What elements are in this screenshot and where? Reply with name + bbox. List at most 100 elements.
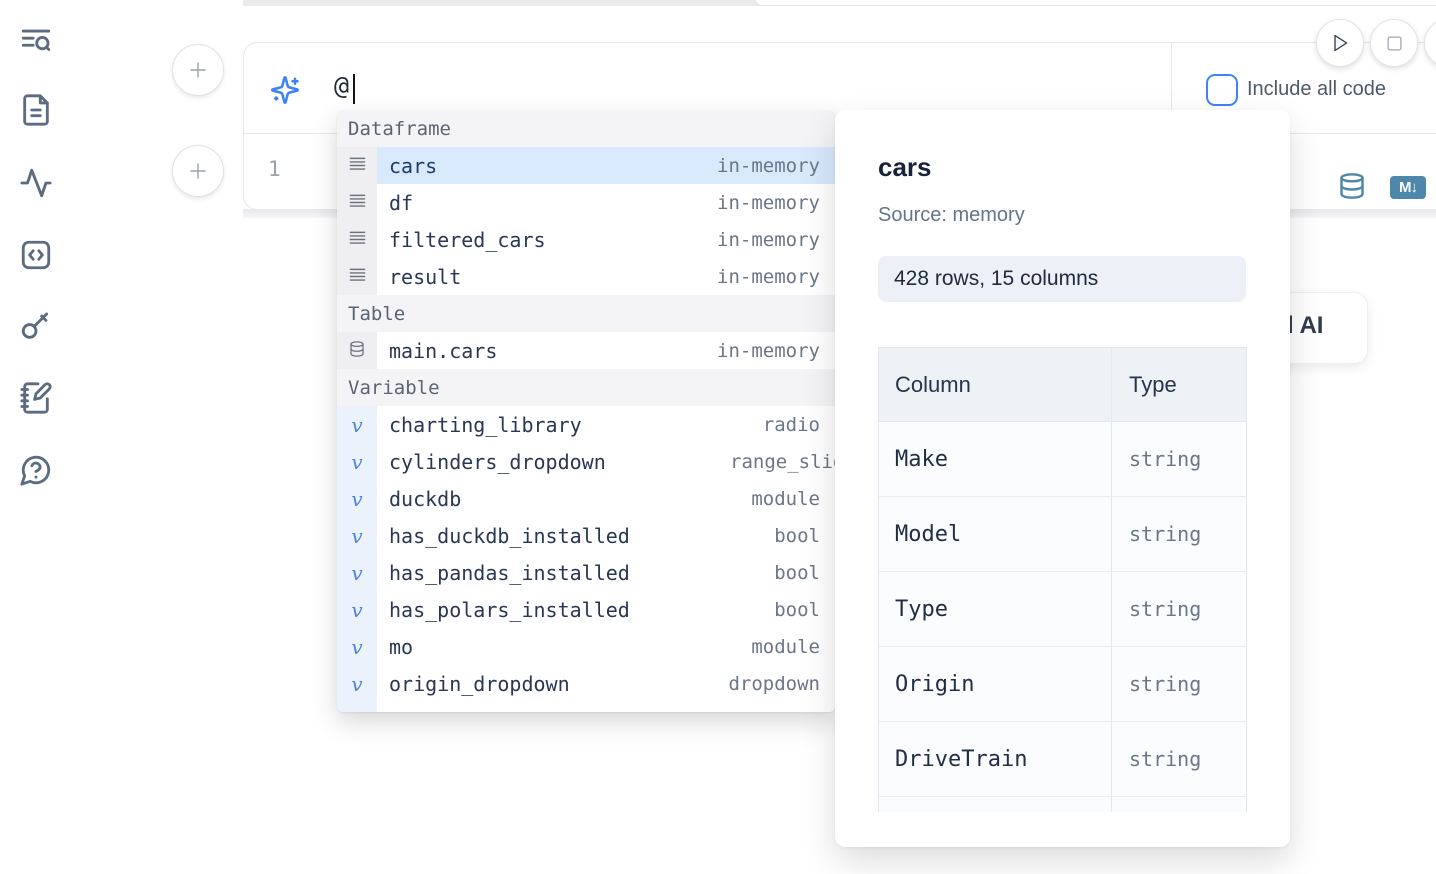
column-type-cell: string xyxy=(1112,422,1246,496)
column-name-cell: Type xyxy=(879,572,1112,646)
variable-icon: v xyxy=(337,665,377,702)
autocomplete-item[interactable]: v origin_dropdown dropdown xyxy=(337,665,835,702)
autocomplete-section-header: Dataframe xyxy=(337,110,835,147)
text-cursor xyxy=(353,74,355,104)
include-all-code-label: Include all code xyxy=(1247,78,1386,101)
variable-icon: v xyxy=(337,406,377,443)
item-type: bool xyxy=(774,599,835,621)
line-number: 1 xyxy=(268,157,281,181)
autocomplete-dropdown: Dataframe cars in-memory df in-memory fi… xyxy=(337,110,835,712)
schema-table-wrap: Column Type Make string Model string Typ… xyxy=(878,347,1247,812)
item-name: mo xyxy=(389,635,413,659)
dataframe-icon xyxy=(337,184,377,221)
run-cell-button[interactable] xyxy=(1316,19,1364,67)
schema-table-header: Column Type xyxy=(879,348,1246,422)
column-type-cell xyxy=(1112,797,1246,812)
ai-sparkle-icon xyxy=(270,75,300,105)
column-type-cell: string xyxy=(1112,722,1246,796)
item-name: charting_library xyxy=(389,413,582,437)
variable-icon: v xyxy=(337,517,377,554)
item-name: pd xyxy=(389,709,413,713)
autocomplete-section-header: Variable xyxy=(337,369,835,406)
item-type: module xyxy=(751,636,835,658)
stop-button[interactable] xyxy=(1370,19,1418,67)
item-type: in-memory xyxy=(717,340,835,362)
item-name: df xyxy=(389,191,413,215)
column-name-cell: Model xyxy=(879,497,1112,571)
variable-icon: v xyxy=(337,702,377,712)
add-cell-below-button[interactable] xyxy=(172,145,224,197)
file-document-icon[interactable] xyxy=(19,93,53,127)
preview-title: cars xyxy=(878,152,932,183)
item-type: in-memory xyxy=(717,266,835,288)
item-name: cylinders_dropdown xyxy=(389,450,606,474)
activity-icon[interactable] xyxy=(19,166,53,200)
item-name: cars xyxy=(389,154,437,178)
item-type: dropdown xyxy=(728,673,835,695)
autocomplete-item[interactable]: v has_polars_installed bool xyxy=(337,591,835,628)
text-search-icon[interactable] xyxy=(19,24,53,58)
dataframe-preview-panel: cars Source: memory 428 rows, 15 columns… xyxy=(835,110,1290,847)
column-name-cell: Origin xyxy=(879,647,1112,721)
column-name-cell: Make xyxy=(879,422,1112,496)
item-type: in-memory xyxy=(717,229,835,251)
item-name: has_pandas_installed xyxy=(389,561,630,585)
dataframe-icon xyxy=(337,221,377,258)
autocomplete-item[interactable]: v charting_library radio xyxy=(337,406,835,443)
item-type: module xyxy=(751,488,835,510)
item-type: module xyxy=(751,710,835,713)
variable-icon: v xyxy=(337,554,377,591)
column-header: Column xyxy=(879,348,1112,421)
autocomplete-item[interactable]: v mo module xyxy=(337,628,835,665)
ai-button-label: l AI xyxy=(1287,312,1323,340)
autocomplete-item[interactable]: filtered_cars in-memory xyxy=(337,221,835,258)
item-type: bool xyxy=(774,525,835,547)
column-name-cell xyxy=(879,797,1112,812)
autocomplete-item[interactable]: df in-memory xyxy=(337,184,835,221)
type-header: Type xyxy=(1112,348,1246,421)
markdown-icon[interactable]: M↓ xyxy=(1390,176,1426,199)
autocomplete-item[interactable]: v pd module xyxy=(337,702,835,712)
item-type: radio xyxy=(763,414,835,436)
table-row: DriveTrain string xyxy=(879,722,1246,797)
dataframe-icon xyxy=(337,258,377,295)
column-type-cell: string xyxy=(1112,497,1246,571)
column-type-cell: string xyxy=(1112,572,1246,646)
ai-prompt-input[interactable]: @ xyxy=(334,71,349,100)
database-action-icon[interactable] xyxy=(1338,172,1366,200)
dataframe-icon xyxy=(337,147,377,184)
play-icon xyxy=(1330,33,1350,53)
key-icon[interactable] xyxy=(19,309,53,343)
variable-icon: v xyxy=(337,628,377,665)
autocomplete-item[interactable]: v has_duckdb_installed bool xyxy=(337,517,835,554)
autocomplete-section-header: Table xyxy=(337,295,835,332)
table-row-partial xyxy=(879,797,1246,812)
code-square-icon[interactable] xyxy=(19,238,53,272)
item-name: duckdb xyxy=(389,487,461,511)
previous-cell-corner xyxy=(755,0,1436,6)
autocomplete-item[interactable]: v has_pandas_installed bool xyxy=(337,554,835,591)
item-type: range_slider xyxy=(730,451,835,473)
column-type-cell: string xyxy=(1112,647,1246,721)
item-type: in-memory xyxy=(717,155,835,177)
autocomplete-item[interactable]: cars in-memory xyxy=(337,147,835,184)
include-all-code-checkbox[interactable] xyxy=(1206,74,1238,106)
stop-icon xyxy=(1386,35,1403,52)
item-name: filtered_cars xyxy=(389,228,546,252)
variable-icon: v xyxy=(337,591,377,628)
item-type: bool xyxy=(774,562,835,584)
autocomplete-item[interactable]: v cylinders_dropdown range_slider xyxy=(337,443,835,480)
item-name: origin_dropdown xyxy=(389,672,570,696)
notebook-pen-icon[interactable] xyxy=(19,381,53,415)
autocomplete-item[interactable]: v duckdb module xyxy=(337,480,835,517)
autocomplete-item[interactable]: result in-memory xyxy=(337,258,835,295)
variable-icon: v xyxy=(337,480,377,517)
table-row: Make string xyxy=(879,422,1246,497)
column-name-cell: DriveTrain xyxy=(879,722,1112,796)
shape-badge: 428 rows, 15 columns xyxy=(878,256,1246,302)
help-chat-icon[interactable] xyxy=(19,453,53,487)
item-name: has_polars_installed xyxy=(389,598,630,622)
add-cell-above-button[interactable] xyxy=(172,44,224,96)
table-row: Model string xyxy=(879,497,1246,572)
autocomplete-item[interactable]: main.cars in-memory xyxy=(337,332,835,369)
